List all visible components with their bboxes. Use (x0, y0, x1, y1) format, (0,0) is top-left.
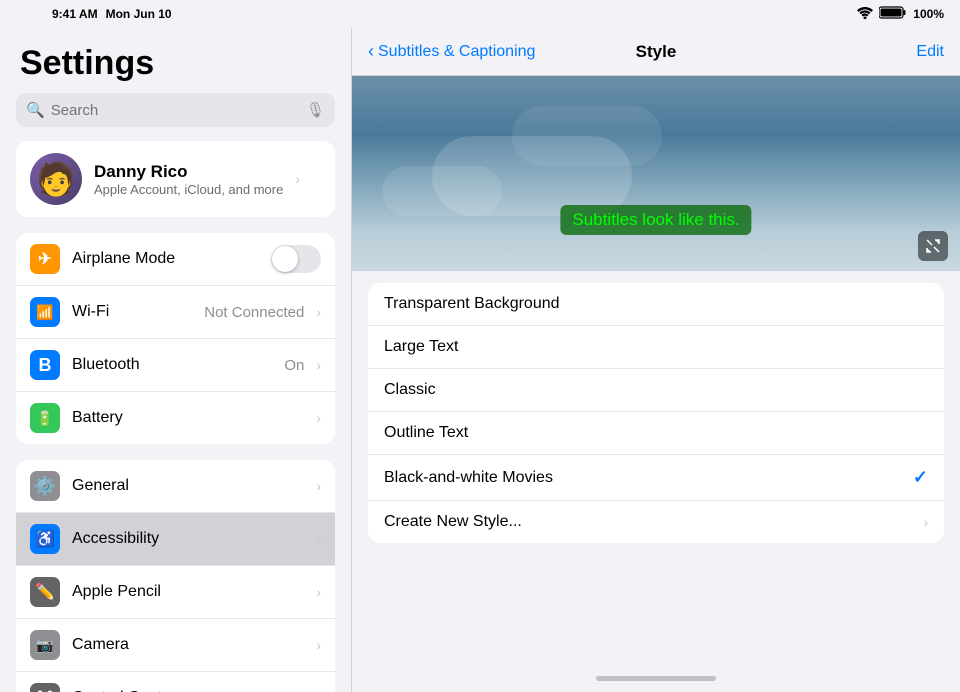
main-layout: Settings 🔍 🎙 🧑 Danny Rico Apple Account,… (0, 28, 960, 692)
wifi-settings-icon: 📶 (30, 297, 60, 327)
status-date: Mon Jun 10 (106, 7, 172, 21)
style-largetext-label: Large Text (384, 338, 928, 356)
search-icon: 🔍 (26, 101, 45, 119)
battery-chevron: › (316, 410, 321, 426)
user-name: Danny Rico (94, 162, 283, 182)
general-chevron: › (316, 478, 321, 494)
nav-title: Style (636, 42, 677, 62)
settings-item-wifi[interactable]: 📶 Wi-Fi Not Connected › (16, 286, 335, 339)
accessibility-chevron: › (316, 531, 321, 547)
status-bar: 9:41 AM Mon Jun 10 100% (0, 0, 960, 28)
settings-item-battery[interactable]: 🔋 Battery › (16, 392, 335, 444)
wifi-chevron: › (316, 304, 321, 320)
user-profile[interactable]: 🧑 Danny Rico Apple Account, iCloud, and … (16, 141, 335, 217)
accessibility-label: Accessibility (72, 530, 304, 548)
status-time: 9:41 AM (52, 7, 98, 21)
battery-icon (879, 6, 907, 22)
applepencil-label: Apple Pencil (72, 583, 304, 601)
style-list: Transparent Background Large Text Classi… (352, 271, 960, 664)
bluetooth-label: Bluetooth (72, 356, 272, 374)
settings-item-general[interactable]: ⚙️ General › (16, 460, 335, 513)
cloud-decoration3 (512, 106, 662, 166)
sidebar-title: Settings (0, 28, 351, 93)
airplane-label: Airplane Mode (72, 250, 259, 268)
bluetooth-icon: B (30, 350, 60, 380)
style-item-createnew[interactable]: Create New Style... › (368, 501, 944, 543)
home-indicator (596, 676, 716, 681)
microphone-icon[interactable]: 🎙 (306, 101, 325, 119)
user-info: Danny Rico Apple Account, iCloud, and mo… (94, 162, 283, 197)
nav-bar: ‹ Subtitles & Captioning Style Edit (352, 28, 960, 76)
airplane-toggle[interactable] (271, 245, 321, 273)
fullscreen-button[interactable] (918, 231, 948, 261)
user-subtitle: Apple Account, iCloud, and more (94, 182, 283, 197)
back-chevron-icon: ‹ (368, 41, 374, 62)
style-options-section: Transparent Background Large Text Classi… (368, 283, 944, 543)
sidebar: Settings 🔍 🎙 🧑 Danny Rico Apple Account,… (0, 28, 352, 692)
style-classic-label: Classic (384, 381, 928, 399)
camera-chevron: › (316, 637, 321, 653)
style-item-outlinetext[interactable]: Outline Text (368, 412, 944, 455)
nav-edit-button[interactable]: Edit (916, 43, 944, 60)
avatar: 🧑 (30, 153, 82, 205)
cloud-decoration2 (382, 166, 502, 216)
settings-item-controlcenter[interactable]: Control Center › (16, 672, 335, 692)
controlcenter-icon (30, 683, 60, 692)
wifi-value: Not Connected (204, 304, 304, 321)
accessibility-icon: ♿ (30, 524, 60, 554)
back-label: Subtitles & Captioning (378, 43, 535, 61)
bottom-indicator (352, 664, 960, 692)
nav-back-button[interactable]: ‹ Subtitles & Captioning (368, 41, 535, 62)
general-label: General (72, 477, 304, 495)
bluetooth-chevron: › (316, 357, 321, 373)
nav-edit-container: Edit (916, 43, 944, 61)
settings-section-general: ⚙️ General › ♿ Accessibility › ✏️ Apple … (16, 460, 335, 692)
battery-settings-icon: 🔋 (30, 403, 60, 433)
settings-item-camera[interactable]: 📷 Camera › (16, 619, 335, 672)
settings-item-accessibility[interactable]: ♿ Accessibility › (16, 513, 335, 566)
applepencil-icon: ✏️ (30, 577, 60, 607)
bluetooth-value: On (284, 357, 304, 374)
settings-section-connectivity: ✈ Airplane Mode 📶 Wi-Fi Not Connected › (16, 233, 335, 444)
style-outlinetext-label: Outline Text (384, 424, 928, 442)
style-createnew-label: Create New Style... (384, 513, 923, 531)
camera-icon: 📷 (30, 630, 60, 660)
style-transparent-label: Transparent Background (384, 295, 928, 313)
nav-bar-container: ‹ Subtitles & Captioning Style Edit (368, 41, 944, 62)
settings-item-airplane[interactable]: ✈ Airplane Mode (16, 233, 335, 286)
applepencil-chevron: › (316, 584, 321, 600)
general-icon: ⚙️ (30, 471, 60, 501)
battery-label: Battery (72, 409, 304, 427)
subtitle-preview-text: Subtitles look like this. (560, 205, 751, 235)
search-bar[interactable]: 🔍 🎙 (16, 93, 335, 127)
style-item-classic[interactable]: Classic (368, 369, 944, 412)
camera-label: Camera (72, 636, 304, 654)
battery-percent: 100% (913, 7, 944, 21)
style-bwmovies-label: Black-and-white Movies (384, 469, 913, 487)
createnew-chevron-icon: › (923, 514, 928, 530)
airplane-icon: ✈ (30, 244, 60, 274)
status-bar-left: 9:41 AM Mon Jun 10 (52, 7, 172, 21)
chevron-right-icon: › (295, 171, 300, 187)
right-panel: ‹ Subtitles & Captioning Style Edit Subt… (352, 28, 960, 692)
status-bar-right: 100% (857, 6, 944, 22)
search-input[interactable] (51, 102, 300, 119)
subtitle-preview: Subtitles look like this. (352, 76, 960, 271)
style-item-largetext[interactable]: Large Text (368, 326, 944, 369)
checkmark-icon: ✓ (913, 467, 928, 488)
settings-item-bluetooth[interactable]: B Bluetooth On › (16, 339, 335, 392)
wifi-label: Wi-Fi (72, 303, 192, 321)
wifi-icon (857, 7, 873, 22)
style-item-transparent[interactable]: Transparent Background (368, 283, 944, 326)
settings-item-applepencil[interactable]: ✏️ Apple Pencil › (16, 566, 335, 619)
style-item-bwmovies[interactable]: Black-and-white Movies ✓ (368, 455, 944, 501)
